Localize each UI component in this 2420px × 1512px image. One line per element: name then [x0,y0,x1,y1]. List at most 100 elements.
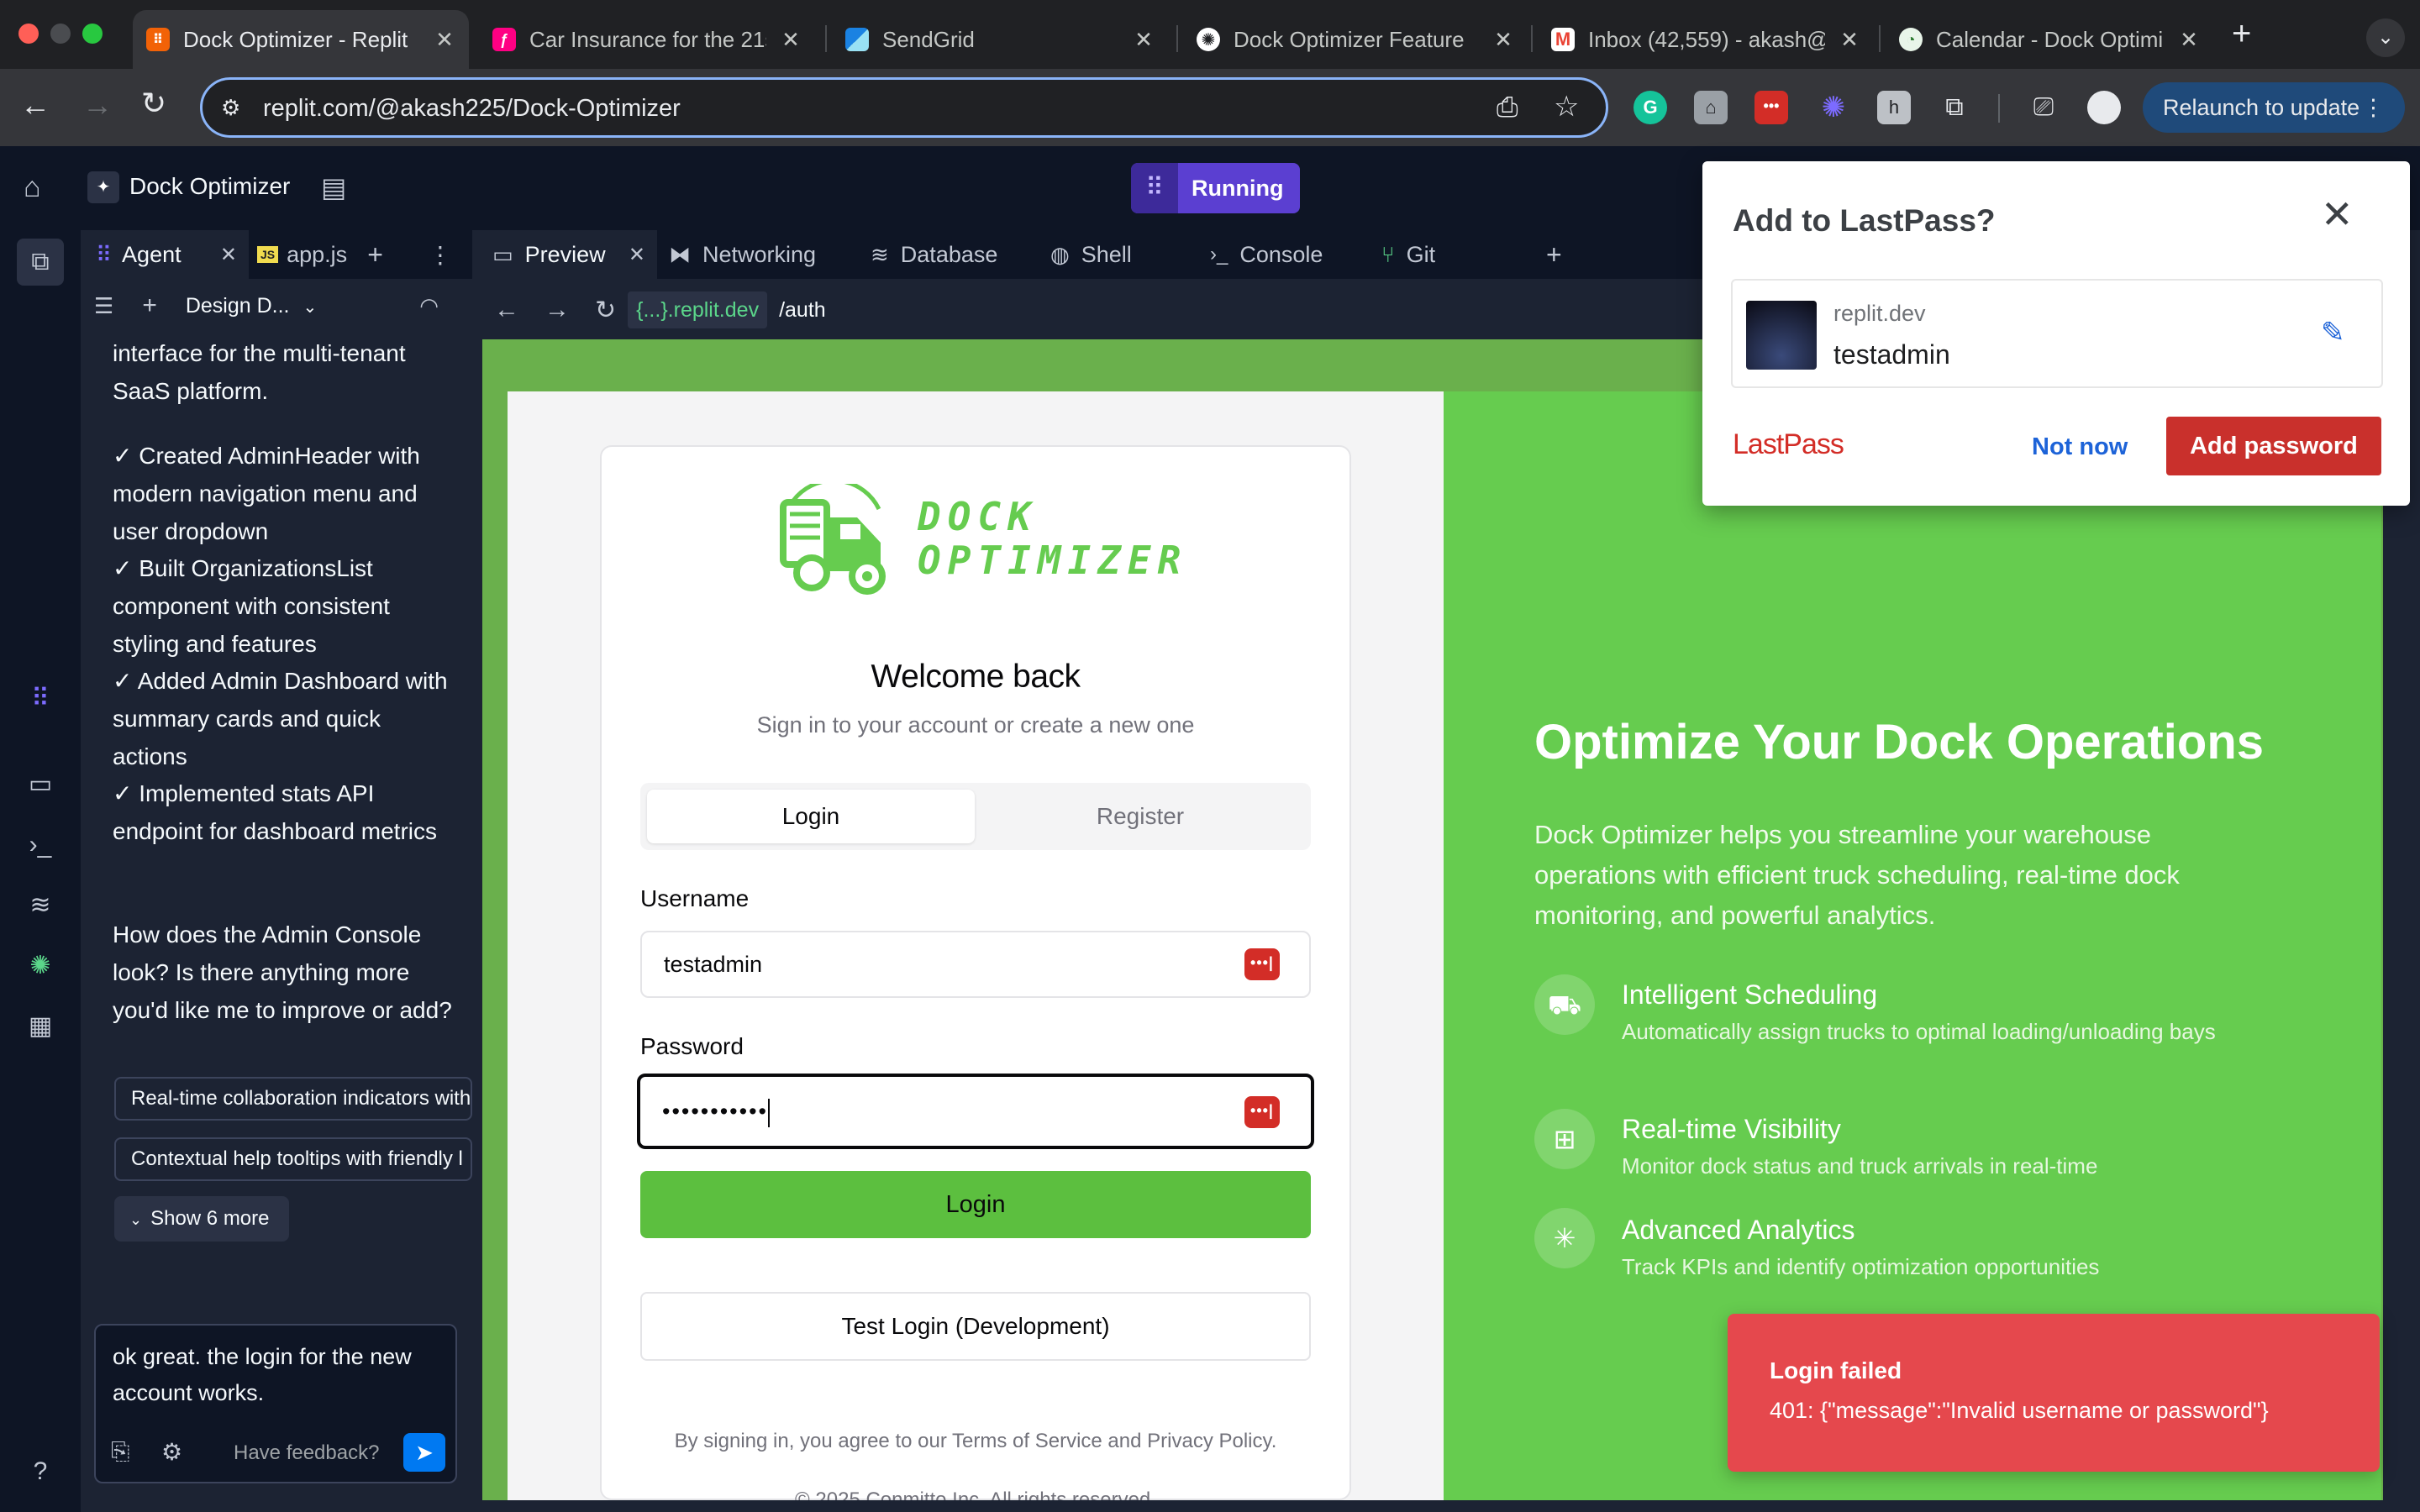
close-tab-icon[interactable]: ✕ [1839,27,1860,53]
minimize-window-button[interactable] [50,24,71,44]
browser-tab-insurance[interactable]: ƒ Car Insurance for the 21st ✕ [479,10,815,69]
preview-url-host[interactable]: {...}.replit.dev [628,291,768,328]
bookmark-star-icon[interactable]: ☆ [1554,90,1579,123]
address-bar[interactable]: ⚙ replit.com/@akash225/Dock-Optimizer ⎙ … [200,77,1608,138]
tab-shell[interactable]: ◍ Shell [1039,230,1198,279]
chat-message: ✓ Built OrganizationsList component with… [113,555,390,657]
feature-desc: Automatically assign trucks to optimal l… [1622,1019,2216,1044]
tab-networking[interactable]: ⧓ Networking [657,230,859,279]
close-tab-icon[interactable]: ✕ [629,243,645,267]
preview-tab-bar: ▭ Preview ✕ ⧓ Networking ≋ Database ◍ Sh… [481,230,1707,279]
login-button[interactable]: Login [640,1171,1311,1238]
show-more-button[interactable]: ⌄ Show 6 more [114,1196,289,1242]
forward-button[interactable]: → [82,87,113,123]
close-tab-icon[interactable]: ✕ [220,243,237,267]
cast-icon[interactable]: ⎚ [2027,91,2060,124]
deploy-icon[interactable]: ✺ [24,949,57,983]
username-field[interactable]: testadmin [640,931,1311,998]
browser-tab-calendar[interactable]: ◔ Calendar - Dock Optimi ✕ [1886,10,2213,69]
suggestion-chip[interactable]: Contextual help tooltips with friendly l [114,1137,472,1181]
tab-git[interactable]: ⑂ Git [1370,230,1534,279]
close-popup-button[interactable]: ✕ [2321,192,2354,237]
extension-icon[interactable]: ⌂ [1694,91,1728,124]
preview-forward-icon[interactable]: → [544,296,570,324]
not-now-button[interactable]: Not now [2032,433,2128,461]
close-tab-icon[interactable]: ✕ [780,27,802,53]
ai-extension-icon[interactable]: ✺ [1817,91,1850,124]
lastpass-field-icon[interactable]: •••| [1244,1096,1280,1128]
credential-site: replit.dev [1833,301,1926,326]
terms-text[interactable]: By signing in, you agree to our Terms of… [600,1430,1351,1453]
tab-app-js[interactable]: JS app.js [249,230,355,279]
tab-console[interactable]: ›_ Console [1198,230,1370,279]
chat-input[interactable]: ok great. the login for the new account … [113,1339,440,1411]
welcome-subtitle: Sign in to your account or create a new … [756,712,1195,738]
maximize-window-button[interactable] [82,24,103,44]
extensions-puzzle-icon[interactable]: ⧉ [1938,91,1971,124]
settings-icon[interactable]: ⚙ [161,1438,182,1466]
profile-avatar-icon[interactable] [2087,91,2121,124]
close-tab-icon[interactable]: ✕ [1133,27,1155,53]
attach-icon[interactable]: ⎘ [111,1438,129,1466]
database-icon[interactable]: ≋ [24,889,57,922]
tab-search-button[interactable]: ⌄ [2366,18,2405,57]
chat-input-box[interactable]: ok great. the login for the new account … [94,1324,457,1483]
relaunch-button[interactable]: Relaunch to update ⋮ [2143,82,2405,133]
lastpass-field-icon[interactable]: •••| [1244,948,1280,980]
help-icon[interactable]: ? [24,1455,57,1488]
chat-message: interface for the multi-tenant SaaS plat… [113,340,406,404]
site-info-icon[interactable]: ⚙ [221,95,240,121]
files-icon[interactable]: ⧉ [17,239,64,286]
add-tab-icon[interactable]: + [1546,239,1562,270]
tab-agent[interactable]: ⠿ Agent ✕ [84,230,249,279]
usage-gauge-icon[interactable]: ◠ [419,293,439,319]
preview-icon[interactable]: ▭ [24,768,57,801]
new-chat-icon[interactable]: + [142,291,157,320]
close-tab-icon[interactable]: ✕ [2178,27,2200,53]
extension-icon-2[interactable]: h [1877,91,1911,124]
password-field[interactable]: ••••••••••• [637,1074,1314,1149]
preview-url-path[interactable]: /auth [779,298,826,323]
grammarly-extension-icon[interactable]: G [1634,91,1667,124]
feature-desc: Monitor dock status and truck arrivals i… [1622,1153,2098,1179]
shell-icon[interactable]: ›_ [24,828,57,862]
close-tab-icon[interactable]: ✕ [1492,27,1514,53]
suggestion-chip[interactable]: Real-time collaboration indicators with [114,1077,472,1121]
send-button[interactable]: ➤ [403,1433,445,1472]
browser-tab-feature[interactable]: ✺ Dock Optimizer Feature ✕ [1183,10,1528,69]
lastpass-title: Add to LastPass? [1733,203,1996,238]
tab-preview[interactable]: ▭ Preview ✕ [481,230,657,279]
reload-button[interactable]: ↻ [141,86,166,121]
agent-icon[interactable]: ⠿ [24,682,57,716]
more-options-icon[interactable]: ⋮ [429,241,452,269]
browser-tab-replit[interactable]: ⠿ Dock Optimizer - Replit ✕ [133,10,469,69]
close-tab-icon[interactable]: ✕ [434,27,455,53]
insurance-favicon-icon: ƒ [492,28,516,51]
install-app-icon[interactable]: ⎙ [1497,92,1518,123]
history-list-icon[interactable]: ☰ [94,293,113,319]
back-button[interactable]: ← [20,87,50,123]
test-login-button[interactable]: Test Login (Development) [640,1292,1311,1361]
url-text[interactable]: replit.com/@akash225/Dock-Optimizer [263,95,681,123]
tab-database[interactable]: ≋ Database [859,230,1039,279]
close-window-button[interactable] [18,24,39,44]
tab-login[interactable]: Login [647,790,975,843]
preview-back-icon[interactable]: ← [494,296,519,324]
run-button[interactable]: ⠿ Running [1131,163,1301,213]
edit-pencil-icon[interactable]: ✎ [2321,316,2345,349]
preview-reload-icon[interactable]: ↻ [595,296,616,325]
browser-tab-gmail[interactable]: M Inbox (42,559) - akash@ ✕ [1538,10,1874,69]
project-name[interactable]: Dock Optimizer [129,173,290,200]
all-tools-icon[interactable]: ▦ [24,1010,57,1043]
new-tab-button[interactable]: + [2232,15,2251,53]
add-password-button[interactable]: Add password [2166,417,2381,475]
browser-tab-sendgrid[interactable]: SendGrid ✕ [832,10,1168,69]
project-info-icon[interactable]: ▤ [321,171,346,203]
feedback-link[interactable]: Have feedback? [234,1441,379,1465]
home-icon[interactable]: ⌂ [24,171,41,204]
chat-title-dropdown[interactable]: Design D... ⌄ [186,294,317,318]
add-tab-icon[interactable]: + [367,239,383,270]
tab-register[interactable]: Register [976,790,1304,843]
lastpass-extension-icon[interactable]: ••• [1754,91,1788,124]
loader-icon: ✳ [1534,1208,1595,1268]
